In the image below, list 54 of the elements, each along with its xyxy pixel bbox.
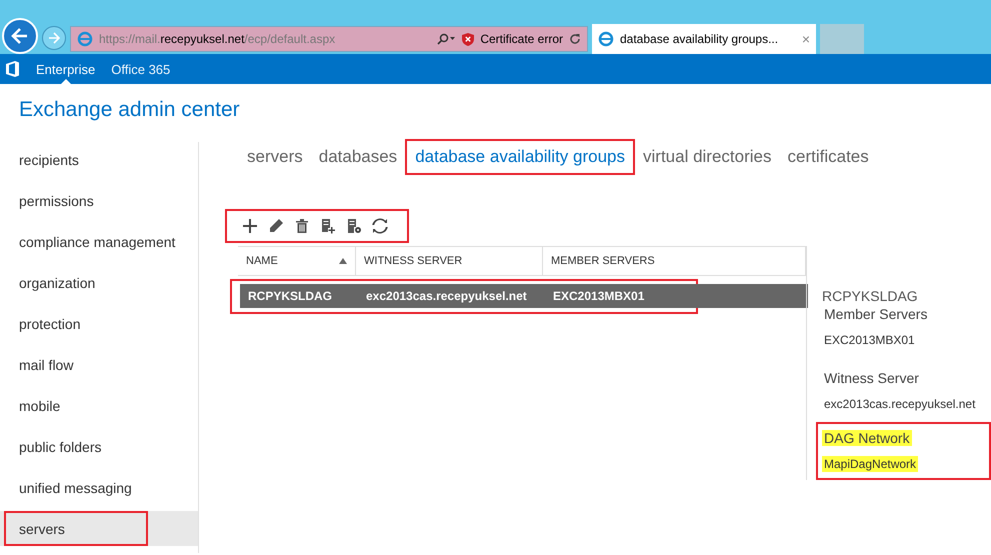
sidebar-item[interactable]: permissions <box>0 183 94 218</box>
delete-button[interactable] <box>293 217 311 235</box>
add-button[interactable] <box>241 217 259 235</box>
sidebar-item[interactable]: unified messaging <box>0 470 132 505</box>
table-cell-text: exc2013cas.recepyuksel.net <box>365 288 528 305</box>
forward-arrow-icon <box>48 32 60 44</box>
address-bar[interactable]: https://mail.recepyuksel.net/ecp/default.aspx Certificate error <box>70 26 588 52</box>
url-text: https://mail.recepyuksel.net/ecp/default.aspx <box>99 32 336 46</box>
details-value: MapiDagNetwork <box>822 456 918 472</box>
sidebar-item[interactable]: protection <box>0 306 80 341</box>
page-title: Exchange admin center <box>19 98 241 123</box>
refresh-button[interactable] <box>371 217 389 235</box>
details-title: RCPYKSLDAG <box>822 288 919 304</box>
nav-tab[interactable]: database availability groups <box>405 139 635 175</box>
certificate-error-text[interactable]: Certificate error <box>480 32 563 46</box>
suite-link[interactable]: Enterprise <box>36 54 96 84</box>
add-server-button[interactable] <box>319 217 337 235</box>
browser-tab[interactable]: database availability groups... × <box>592 24 816 54</box>
refresh-icon[interactable] <box>569 33 581 45</box>
nav-tab[interactable]: virtual directories <box>643 141 772 173</box>
sidebar-item[interactable]: recipients <box>0 142 79 177</box>
suite-link[interactable]: Office 365 <box>111 54 170 84</box>
search-icon[interactable] <box>436 33 456 45</box>
table-cell-text: EXC2013MBX01 <box>552 288 646 305</box>
sidebar-item[interactable]: mail flow <box>0 347 74 382</box>
forward-button[interactable] <box>42 26 66 50</box>
column-header[interactable]: MEMBER SERVERS <box>543 247 806 275</box>
server-settings-button[interactable] <box>345 217 363 235</box>
nav-tab[interactable]: certificates <box>788 141 869 173</box>
back-button[interactable] <box>2 18 38 54</box>
column-header[interactable]: WITNESS SERVER <box>356 247 543 275</box>
sidebar-item[interactable]: compliance management <box>0 224 176 259</box>
nav-tab[interactable]: servers <box>247 141 303 173</box>
details-heading: Witness Server <box>823 370 920 386</box>
sidebar-item[interactable]: servers <box>4 511 148 546</box>
column-header[interactable]: NAME <box>238 247 356 275</box>
sidebar-item[interactable]: public folders <box>0 429 102 464</box>
nav-tab[interactable]: databases <box>318 141 398 173</box>
tab-title: database availability groups... <box>620 32 780 46</box>
browser-logo-icon <box>77 31 93 47</box>
edit-button[interactable] <box>267 217 285 235</box>
shield-error-icon <box>462 32 474 46</box>
sidebar-item[interactable]: organization <box>0 265 96 300</box>
close-icon[interactable]: × <box>802 31 810 47</box>
office-logo-icon <box>6 61 20 77</box>
sidebar-item[interactable]: mobile <box>0 388 60 423</box>
table-cell-text: RCPYKSLDAG <box>247 288 334 305</box>
table-row[interactable]: RCPYKSLDAG exc2013cas.recepyuksel.net EXC2013MBX01 <box>240 284 808 308</box>
details-value: EXC2013MBX01 <box>823 332 916 348</box>
details-heading: DAG Network <box>822 430 912 446</box>
browser-logo-icon <box>598 31 614 47</box>
back-arrow-icon <box>11 27 29 45</box>
details-value: exc2013cas.recepyuksel.net <box>823 396 976 412</box>
details-heading: Member Servers <box>823 306 928 322</box>
